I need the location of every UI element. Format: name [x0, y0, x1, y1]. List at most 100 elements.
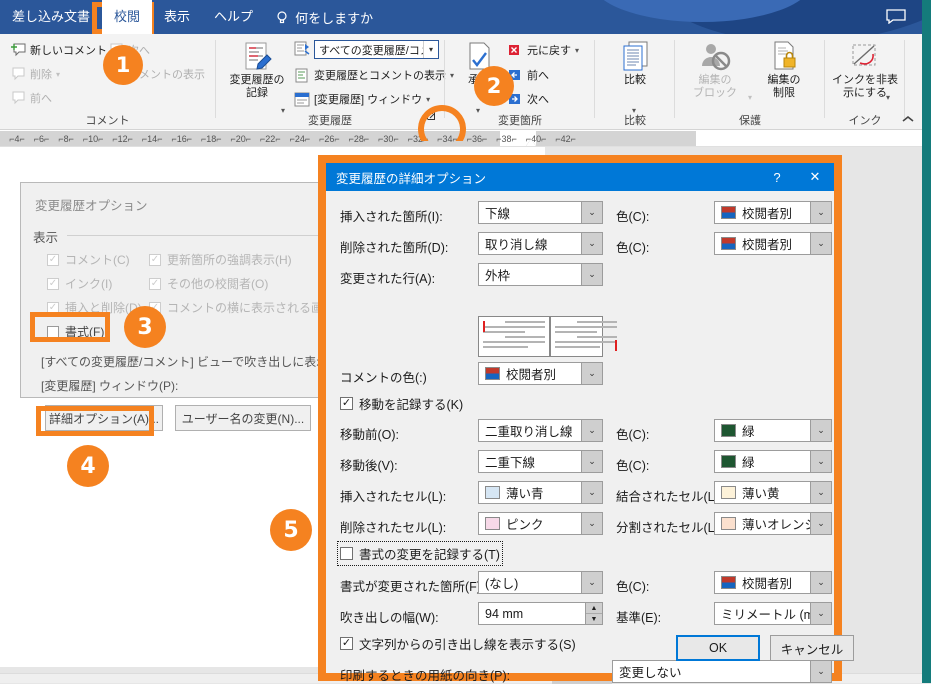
- inserted-select[interactable]: 下線 ⌄: [478, 201, 603, 224]
- measure-select[interactable]: ミリメートル (mm) ⌄: [714, 602, 832, 625]
- merged-cells-value-wrap: 薄い黄: [715, 483, 810, 502]
- split-cells-select[interactable]: 薄いオレンジ ⌄: [714, 512, 832, 535]
- collapse-ribbon-icon[interactable]: [902, 115, 914, 126]
- inserted-cells-label: 挿入されたセル(L):: [340, 490, 447, 504]
- bg-checkbox-highlight-updates[interactable]: ✓ 更新箇所の強調表示(H): [149, 251, 292, 268]
- previous-change-button[interactable]: 前へ: [508, 67, 549, 83]
- checkbox-box: ✓: [340, 397, 353, 410]
- preview-change-bar: [483, 321, 485, 332]
- show-connecting-lines-checkbox[interactable]: ✓ 文字列からの引き出し線を表示する(S): [340, 634, 576, 653]
- chevron-down-icon[interactable]: ⌄: [810, 202, 831, 223]
- chevron-down-icon[interactable]: ⌄: [581, 264, 602, 285]
- chevron-down-icon[interactable]: ⌄: [581, 420, 602, 441]
- checkbox-box: [340, 547, 353, 560]
- group-label-protect: 保護: [739, 115, 761, 127]
- paper-orientation-select[interactable]: 変更しない ⌄: [612, 660, 832, 683]
- moved-to-select[interactable]: 二重下線 ⌄: [478, 450, 603, 473]
- block-authors-button[interactable]: 編集の ブロック: [682, 40, 748, 100]
- split-cells-value-wrap: 薄いオレンジ: [715, 514, 810, 533]
- chevron-down-icon[interactable]: ⌄: [810, 513, 831, 534]
- new-comment-button[interactable]: 新しいコメント: [10, 42, 107, 58]
- restrict-editing-button[interactable]: 編集の 制限: [756, 40, 812, 100]
- formatting-select[interactable]: (なし) ⌄: [478, 571, 603, 594]
- moved-to-color-select[interactable]: 緑 ⌄: [714, 450, 832, 473]
- hide-ink-button[interactable]: インクを非表 示にする: [829, 40, 901, 100]
- chevron-down-icon[interactable]: ⌄: [581, 572, 602, 593]
- chevron-down-icon[interactable]: ⌄: [581, 202, 602, 223]
- help-icon[interactable]: ?: [758, 163, 796, 191]
- deleted-cells-label: 削除されたセル(L):: [340, 521, 447, 535]
- reviewing-pane-button[interactable]: [変更履歴] ウィンドウ ▾: [294, 91, 430, 107]
- chevron-down-icon[interactable]: ▾: [423, 41, 438, 58]
- comment-color-select[interactable]: 校閲者別 ⌄: [478, 362, 603, 385]
- block-authors-chevron-icon[interactable]: ▾: [748, 93, 752, 102]
- tab-mailings[interactable]: 差し込み文書: [0, 0, 102, 34]
- moved-from-select[interactable]: 二重取り消し線 ⌄: [478, 419, 603, 442]
- ok-button[interactable]: OK: [676, 635, 760, 661]
- reviewing-pane-label: [変更履歴] ウィンドウ: [314, 94, 423, 106]
- track-formatting-label: 書式の変更を記録する(T): [359, 548, 500, 562]
- next-change-button[interactable]: 次へ: [508, 91, 549, 107]
- measure-value: ミリメートル (mm): [721, 608, 810, 622]
- compare-button[interactable]: 比較: [604, 40, 666, 87]
- chevron-down-icon[interactable]: ▾: [575, 46, 579, 55]
- chevron-down-icon[interactable]: ⌄: [810, 572, 831, 593]
- chevron-down-icon[interactable]: ▾: [426, 95, 430, 104]
- comment-color-value-wrap: 校閲者別: [479, 364, 581, 383]
- preview-pane-right: [549, 317, 621, 356]
- tab-view[interactable]: 表示: [152, 0, 202, 34]
- chevron-down-icon[interactable]: ⌄: [810, 661, 831, 682]
- reject-button[interactable]: 元に戻す ▾: [508, 42, 579, 58]
- bg-checkbox-ink[interactable]: ✓ インク(I): [47, 275, 112, 292]
- hide-ink-chevron-icon[interactable]: ▾: [886, 93, 890, 102]
- chevron-down-icon[interactable]: ⌄: [581, 233, 602, 254]
- checkbox-box: ✓: [149, 277, 161, 290]
- track-changes-button[interactable]: 変更履歴の 記録: [226, 40, 288, 100]
- moved-from-color-select[interactable]: 緑 ⌄: [714, 419, 832, 442]
- track-moves-checkbox[interactable]: ✓ 移動を記録する(K): [340, 394, 463, 413]
- show-markup-button[interactable]: 変更履歴とコメントの表示 ▾: [294, 67, 454, 83]
- tab-review[interactable]: 校閲: [102, 0, 153, 34]
- chevron-down-icon[interactable]: ⌄: [581, 451, 602, 472]
- track-formatting-checkbox[interactable]: 書式の変更を記録する(T): [337, 541, 503, 566]
- previous-comment-button[interactable]: 前へ: [10, 90, 52, 106]
- balloon-width-stepper[interactable]: 94 mm ▲ ▼: [478, 602, 603, 625]
- spinner-up-icon[interactable]: ▲: [586, 603, 602, 614]
- chevron-down-icon[interactable]: ⌄: [581, 513, 602, 534]
- vertical-scrollbar[interactable]: [922, 0, 931, 683]
- changed-lines-select[interactable]: 外枠 ⌄: [478, 263, 603, 286]
- track-moves-label: 移動を記録する(K): [359, 398, 464, 412]
- comment-bubble-icon[interactable]: [886, 9, 906, 25]
- chevron-down-icon[interactable]: ⌄: [810, 603, 831, 624]
- chevron-down-icon[interactable]: ▾: [56, 70, 60, 79]
- bg-checkbox-other-authors[interactable]: ✓ その他の校閲者(O): [149, 275, 268, 292]
- deleted-color-select[interactable]: 校閲者別 ⌄: [714, 232, 832, 255]
- tab-help[interactable]: ヘルプ: [202, 0, 265, 34]
- formatting-color-select[interactable]: 校閲者別 ⌄: [714, 571, 832, 594]
- chevron-down-icon[interactable]: ⌄: [581, 363, 602, 384]
- display-for-review-combo[interactable]: すべての変更履歴/コメ… ▾: [314, 40, 439, 59]
- chevron-down-icon[interactable]: ⌄: [810, 233, 831, 254]
- chevron-down-icon[interactable]: ⌄: [810, 451, 831, 472]
- bg-checkbox-comments[interactable]: ✓ コメント(C): [47, 251, 130, 268]
- spinner-down-icon[interactable]: ▼: [586, 614, 602, 624]
- ruler-indent-marker[interactable]: [526, 139, 536, 146]
- changed-lines-value: 外枠: [485, 269, 511, 283]
- chevron-down-icon[interactable]: ⌄: [581, 482, 602, 503]
- chevron-down-icon[interactable]: ⌄: [810, 420, 831, 441]
- delete-comment-button[interactable]: 削除 ▾: [10, 66, 60, 82]
- merged-cells-select[interactable]: 薄い黄 ⌄: [714, 481, 832, 504]
- change-user-name-button[interactable]: ユーザー名の変更(N)...: [175, 405, 311, 431]
- close-icon[interactable]: ✕: [796, 163, 834, 191]
- chevron-down-icon[interactable]: ⌄: [810, 482, 831, 503]
- deleted-select[interactable]: 取り消し線 ⌄: [478, 232, 603, 255]
- moved-to-color-value: 緑: [742, 456, 755, 470]
- deleted-cells-select[interactable]: ピンク ⌄: [478, 512, 603, 535]
- compare-label: 比較: [624, 74, 646, 86]
- cancel-button[interactable]: キャンセル: [770, 635, 854, 661]
- tell-me-box[interactable]: 何をしますか: [265, 8, 383, 27]
- ruler-tick: ⌐20⌐: [230, 133, 252, 144]
- inserted-cells-select[interactable]: 薄い青 ⌄: [478, 481, 603, 504]
- spinner-buttons[interactable]: ▲ ▼: [585, 603, 602, 624]
- inserted-color-select[interactable]: 校閲者別 ⌄: [714, 201, 832, 224]
